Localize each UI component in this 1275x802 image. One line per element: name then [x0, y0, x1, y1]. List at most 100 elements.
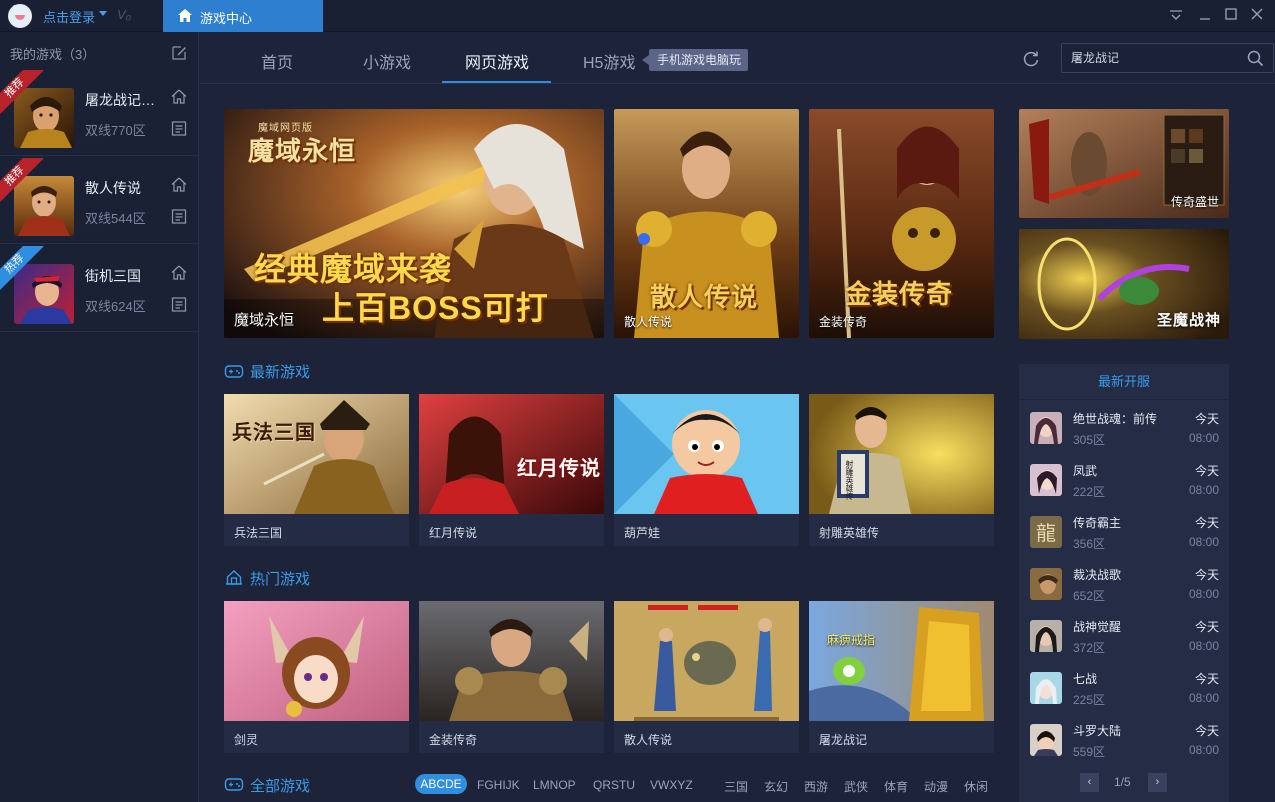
- sidebar-game-item[interactable]: 推荐 屠龙战记：... 双线770区: [0, 68, 198, 156]
- sidebar-game-name: 街机三国: [85, 268, 141, 284]
- filter-genre-sports[interactable]: 体育: [884, 778, 908, 795]
- game-tile[interactable]: 红月传说 红月传说: [419, 394, 604, 546]
- server-open-day: 今天: [1194, 724, 1219, 738]
- game-tile-image: 麻痹戒指: [809, 601, 994, 721]
- server-row[interactable]: 战神觉醒 372区 今天 08:00: [1019, 612, 1229, 664]
- refresh-icon[interactable]: [1022, 50, 1040, 68]
- server-row[interactable]: 龍 传奇霸主 356区 今天 08:00: [1019, 508, 1229, 560]
- filter-letters-qrstu[interactable]: QRSTU: [593, 778, 635, 792]
- close-button[interactable]: [1247, 6, 1267, 24]
- pager-indicator: 1/5: [1114, 775, 1131, 789]
- tab-mini-games[interactable]: 小游戏: [363, 49, 411, 73]
- login-link[interactable]: 点击登录: [43, 7, 95, 26]
- all-games-title: 全部游戏: [250, 778, 311, 795]
- gamepad-icon: [224, 778, 244, 791]
- side-banner-top[interactable]: 传奇盛世: [1019, 109, 1229, 218]
- hot-ribbon: 热荐: [0, 246, 44, 290]
- notes-icon[interactable]: [171, 297, 187, 312]
- filter-letters-abcde[interactable]: ABCDE: [415, 774, 467, 794]
- home-icon[interactable]: [171, 265, 187, 280]
- server-open-day: 今天: [1194, 516, 1219, 530]
- banner-game-logo: 魔域永恒: [248, 136, 357, 166]
- server-open-day: 今天: [1194, 464, 1219, 478]
- category-nav: 首页 小游戏 网页游戏 H5游戏 手机游戏电脑玩: [200, 32, 1275, 84]
- server-zone: 305区: [1073, 433, 1106, 447]
- gamepad-icon: [224, 365, 244, 378]
- tab-web-games[interactable]: 网页游戏: [465, 49, 529, 73]
- game-tile[interactable]: 射雕英雄传 射雕英雄传: [809, 394, 994, 546]
- game-tile[interactable]: 兵法三国 兵法三国: [224, 394, 409, 546]
- home-icon[interactable]: [171, 177, 187, 192]
- filter-letters-lmnop[interactable]: LMNOP: [533, 778, 576, 792]
- home-icon[interactable]: [171, 89, 187, 104]
- featured-banner-2[interactable]: 散人传说 散人传说: [614, 109, 799, 338]
- search-input[interactable]: [1071, 50, 1241, 64]
- banner-game-name: 魔域永恒: [234, 312, 295, 329]
- server-zone: 652区: [1073, 589, 1106, 603]
- banner-slogan-2: 上百BOSS可打: [322, 290, 549, 326]
- filter-genre-anime[interactable]: 动漫: [924, 778, 948, 795]
- game-tile[interactable]: 剑灵: [224, 601, 409, 753]
- featured-banner-3[interactable]: 金装传奇 金装传奇: [809, 109, 994, 338]
- sidebar-game-zone: 双线770区: [85, 123, 146, 138]
- minimize-button[interactable]: [1195, 6, 1215, 24]
- side-banner-bottom[interactable]: 圣魔战神: [1019, 229, 1229, 339]
- tab-h5-games[interactable]: H5游戏: [583, 49, 635, 73]
- server-row[interactable]: 绝世战魂：前传 305区 今天 08:00: [1019, 404, 1229, 456]
- server-game-avatar: 龍: [1030, 516, 1062, 548]
- game-tile[interactable]: 麻痹戒指 屠龙战记: [809, 601, 994, 753]
- search-icon[interactable]: [1247, 50, 1264, 67]
- filter-genre-xuanhuan[interactable]: 玄幻: [764, 778, 788, 795]
- title-bar: 点击登录 V₀ 游戏中心: [0, 0, 1275, 32]
- sidebar-game-name: 屠龙战记：...: [85, 92, 165, 108]
- server-game-name: 绝世战魂：前传: [1073, 412, 1158, 426]
- banner-game-subtitle: 魔域网页版: [258, 123, 313, 134]
- server-open-day: 今天: [1194, 620, 1219, 634]
- server-open-time: 08:00: [1188, 483, 1219, 497]
- newest-servers-panel: 最新开服 绝世战魂：前传 305区 今天 08:00 凤武 222区 今天 08…: [1019, 364, 1229, 802]
- filter-genre-sanguo[interactable]: 三国: [724, 778, 748, 795]
- newest-servers-title: 最新开服: [1019, 364, 1229, 400]
- filter-letters-vwxyz[interactable]: VWXYZ: [650, 778, 693, 792]
- game-tile-name: 剑灵: [234, 733, 259, 747]
- game-tile-name: 屠龙战记: [819, 733, 868, 747]
- server-zone: 372区: [1073, 641, 1106, 655]
- skin-dropdown-icon[interactable]: [1166, 6, 1186, 24]
- server-row[interactable]: 斗罗大陆 559区 今天 08:00: [1019, 716, 1229, 768]
- game-tile-image: [224, 601, 409, 721]
- server-open-time: 08:00: [1188, 691, 1219, 705]
- edit-icon[interactable]: [172, 45, 187, 60]
- sidebar-game-name: 散人传说: [85, 180, 141, 196]
- hot-games-icon: [226, 570, 242, 585]
- filter-letters-fghijk[interactable]: FGHIJK: [477, 778, 520, 792]
- server-zone: 225区: [1073, 693, 1106, 707]
- game-tile[interactable]: 散人传说: [614, 601, 799, 753]
- search-box[interactable]: [1061, 43, 1274, 73]
- game-tile[interactable]: 金装传奇: [419, 601, 604, 753]
- game-tile[interactable]: 葫芦娃: [614, 394, 799, 546]
- game-tile-image: 射雕英雄传: [809, 394, 994, 514]
- server-row[interactable]: 凤武 222区 今天 08:00: [1019, 456, 1229, 508]
- server-game-name: 战神觉醒: [1073, 620, 1122, 634]
- tab-home[interactable]: 首页: [261, 49, 293, 73]
- newest-games-title: 最新游戏: [250, 364, 311, 381]
- banner-game-name: 散人传说: [624, 315, 673, 329]
- sidebar-game-item[interactable]: 热荐 街机三国 双线624区: [0, 244, 198, 332]
- filter-genre-casual[interactable]: 休闲: [964, 778, 988, 795]
- my-games-title: 我的游戏（3）: [10, 47, 96, 62]
- pager-next-button[interactable]: ›: [1148, 773, 1167, 792]
- sidebar-game-item[interactable]: 推荐 散人传说 双线544区: [0, 156, 198, 244]
- notes-icon[interactable]: [171, 209, 187, 224]
- maximize-button[interactable]: [1221, 6, 1241, 24]
- filter-genre-wuxia[interactable]: 武侠: [844, 778, 868, 795]
- pager-prev-button[interactable]: ‹: [1080, 773, 1099, 792]
- chevron-down-icon[interactable]: [99, 11, 107, 16]
- mobile-games-badge: 手机游戏电脑玩: [641, 49, 749, 71]
- notes-icon[interactable]: [171, 121, 187, 136]
- server-row[interactable]: 裁决战歌 652区 今天 08:00: [1019, 560, 1229, 612]
- tab-game-center[interactable]: 游戏中心: [163, 0, 323, 32]
- featured-banner-main[interactable]: 魔域永恒 魔域网页版 经典魔域来袭 上百BOSS可打 魔域永恒: [224, 109, 604, 338]
- my-games-sidebar: 我的游戏（3） 推荐 屠龙战记：... 双线770区 推荐 散人传说 双线544…: [0, 32, 199, 802]
- filter-genre-xiyou[interactable]: 西游: [804, 778, 828, 795]
- server-row[interactable]: 七战 225区 今天 08:00: [1019, 664, 1229, 716]
